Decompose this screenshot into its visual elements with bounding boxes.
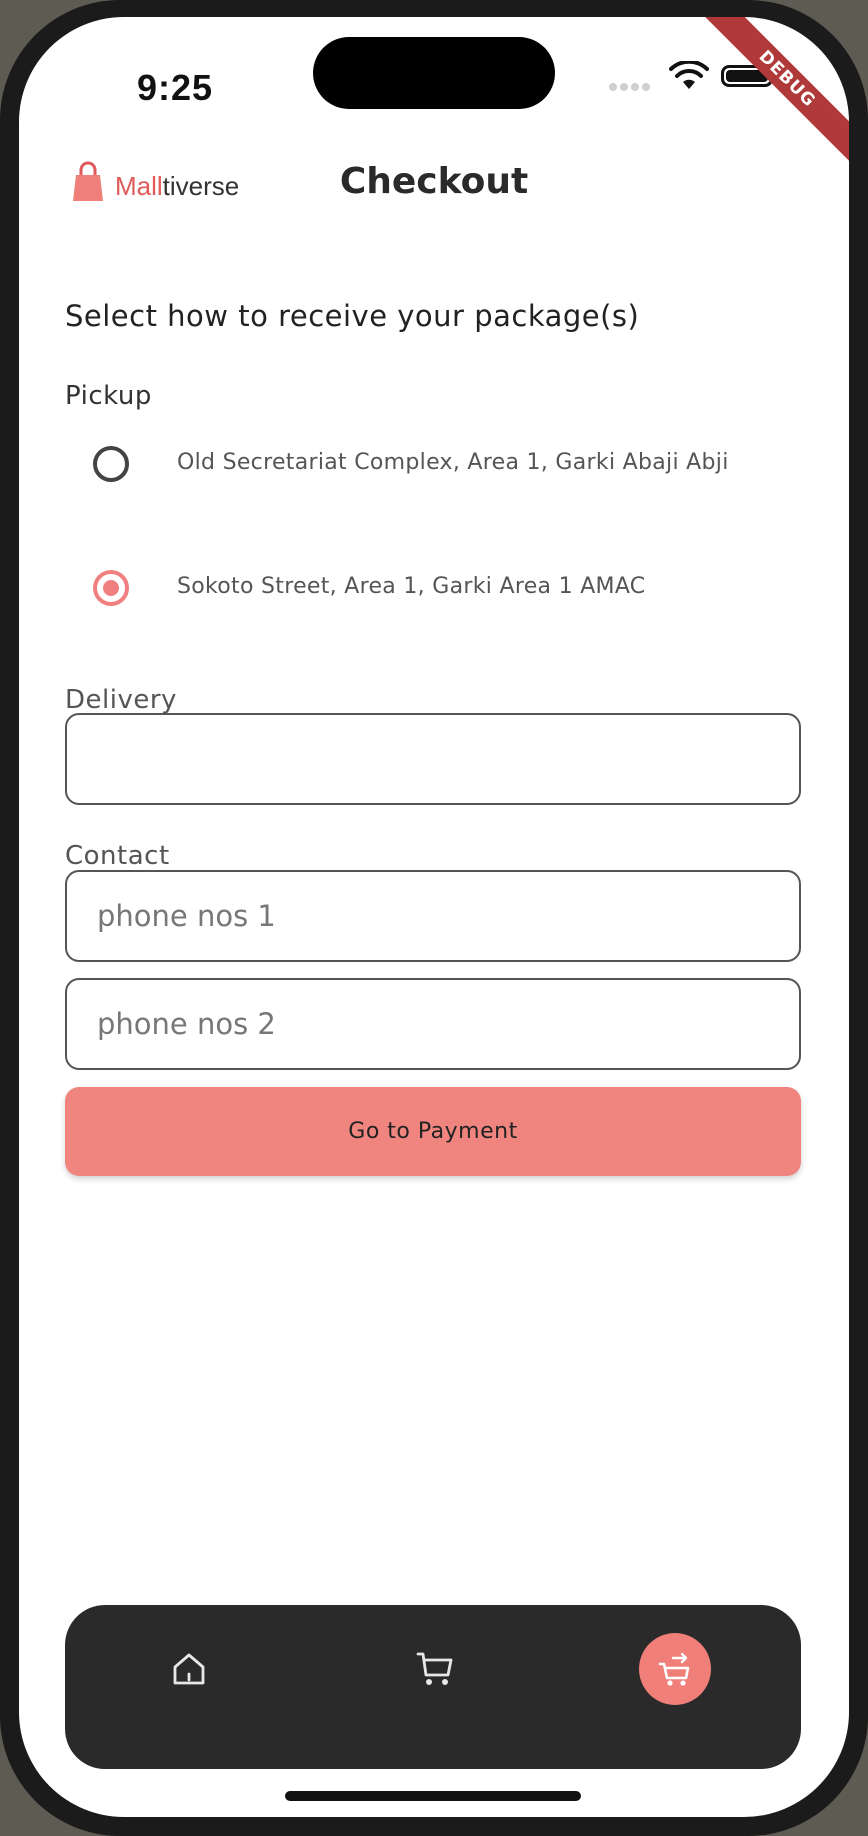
phone-2-input[interactable] xyxy=(67,980,799,1068)
nav-item-checkout[interactable] xyxy=(639,1633,711,1705)
home-indicator[interactable] xyxy=(285,1791,581,1801)
pickup-option-label: Sokoto Street, Area 1, Garki Area 1 AMAC xyxy=(177,574,646,599)
app-screen: 9:25 DEBUG Malltiverse Checkout Select h… xyxy=(19,17,849,1817)
status-time: 9:25 xyxy=(137,67,214,108)
wifi-icon xyxy=(669,61,709,89)
bottom-nav xyxy=(65,1605,801,1769)
phone-1-field[interactable] xyxy=(65,870,801,962)
pickup-option-old-secretariat[interactable]: Old Secretariat Complex, Area 1, Garki A… xyxy=(93,444,813,484)
dynamic-island xyxy=(313,37,555,109)
phone-2-field[interactable] xyxy=(65,978,801,1070)
page-title: Checkout xyxy=(339,161,529,202)
cellular-signal-icon xyxy=(609,76,653,95)
pickup-option-sokoto-street[interactable]: Sokoto Street, Area 1, Garki Area 1 AMAC xyxy=(93,568,813,608)
pickup-option-label: Old Secretariat Complex, Area 1, Garki A… xyxy=(177,450,729,475)
delivery-address-input[interactable] xyxy=(67,715,799,803)
delivery-label: Delivery xyxy=(65,685,177,715)
pickup-label: Pickup xyxy=(65,381,152,411)
radio-button[interactable] xyxy=(93,446,129,482)
go-to-payment-button[interactable]: Go to Payment xyxy=(65,1087,801,1176)
home-icon xyxy=(173,1653,205,1685)
phone-1-input[interactable] xyxy=(67,872,799,960)
receive-method-prompt: Select how to receive your package(s) xyxy=(65,299,640,333)
contact-label: Contact xyxy=(65,841,170,871)
radio-button-selected[interactable] xyxy=(93,570,129,606)
cart-checkout-icon xyxy=(658,1652,690,1686)
cart-icon xyxy=(416,1652,453,1685)
debug-ribbon: DEBUG xyxy=(699,17,849,167)
nav-item-cart[interactable] xyxy=(399,1633,471,1705)
phone-frame: 9:25 DEBUG Malltiverse Checkout Select h… xyxy=(0,0,868,1836)
delivery-address-field[interactable] xyxy=(65,713,801,805)
nav-item-home[interactable] xyxy=(153,1633,225,1705)
